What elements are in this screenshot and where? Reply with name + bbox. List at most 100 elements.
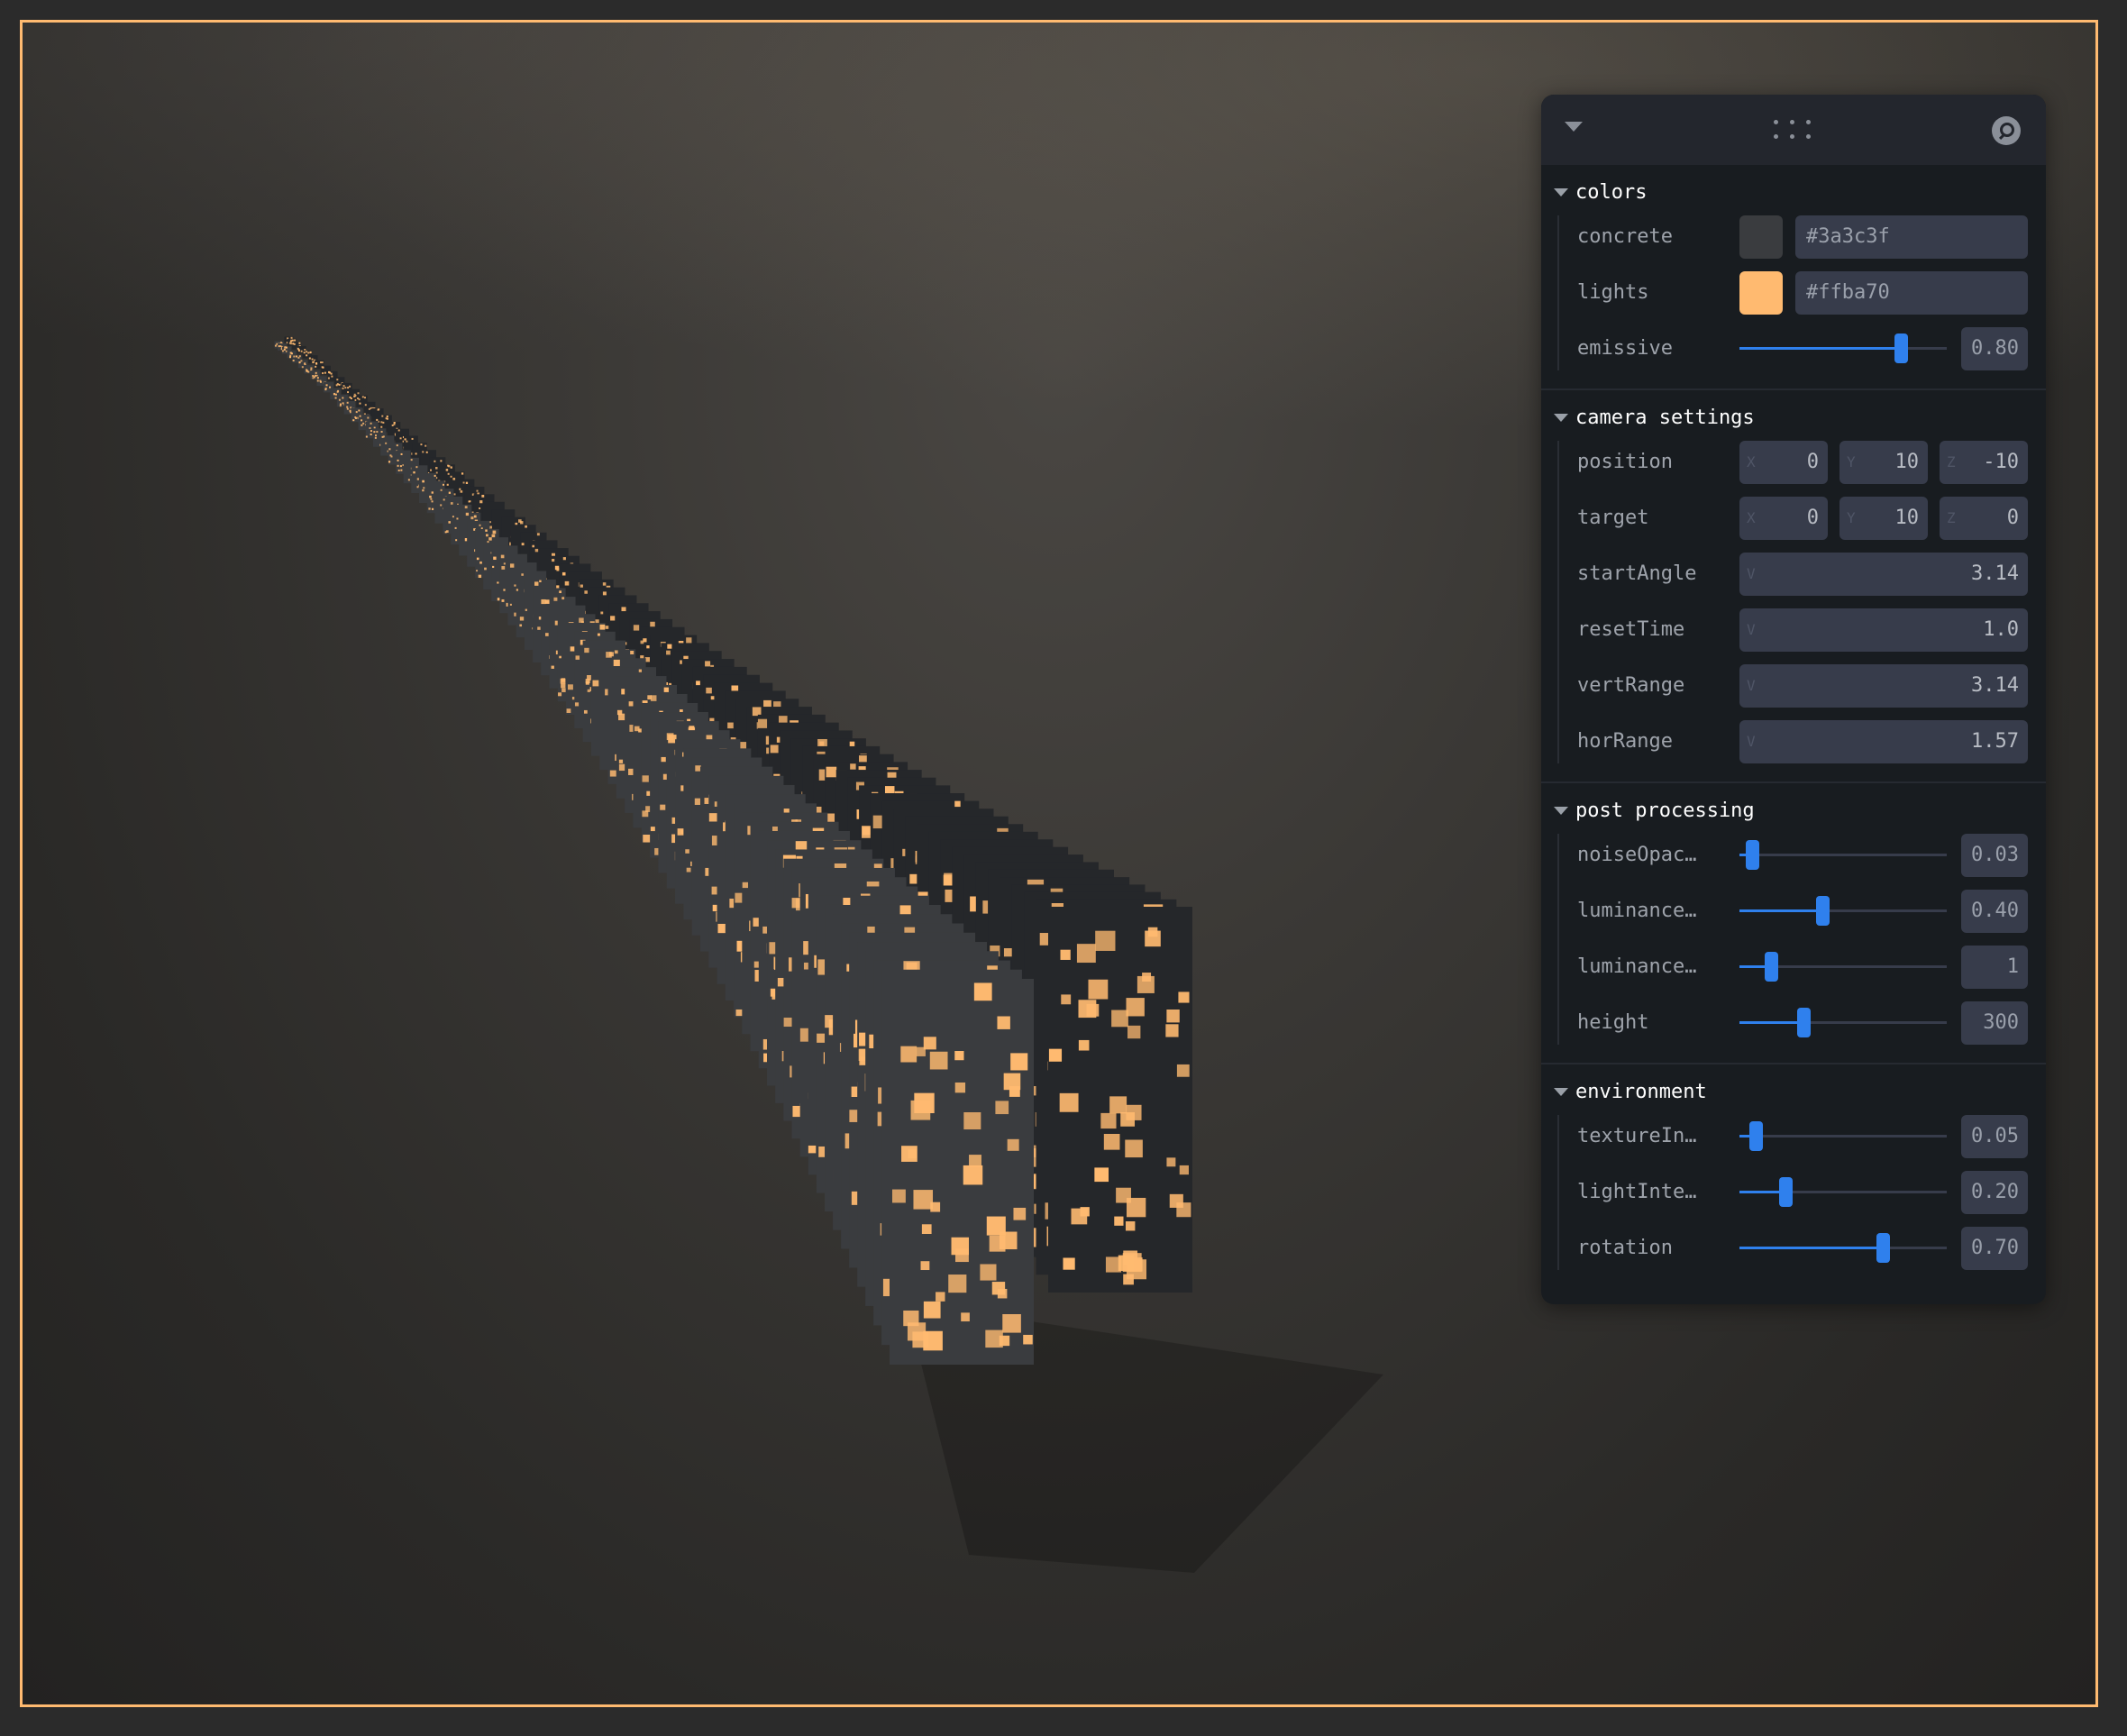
target-x-input[interactable]: X0 [1739,497,1828,540]
rotation-value[interactable]: 0.70 [1961,1227,2028,1270]
label-vertRange: vertRange [1577,674,1685,697]
folder-header-camera[interactable]: camera settings [1541,405,2046,432]
row-target: target X0 Y 10 Z0 [1559,497,2046,553]
horRange-input[interactable]: V 1.57 [1739,720,2028,763]
window-light [1176,1202,1191,1218]
folder-post-processing: post processing noiseOpac… 0.03 luminanc… [1541,798,2046,1064]
position-z-input[interactable]: Z -10 [1940,441,2028,484]
window-light [415,466,418,469]
label-height: height [1577,1011,1649,1034]
slider-thumb[interactable] [1894,333,1909,363]
slider-thumb[interactable] [1778,1177,1793,1207]
luminance-2-value[interactable]: 1 [1961,946,2028,989]
folder-environment: environment textureIn… 0.05 lightInte… 0… [1541,1079,2046,1288]
folder-header-post[interactable]: post processing [1541,798,2046,825]
window-light [352,419,355,422]
caret-down-icon[interactable] [1565,122,1583,132]
window-light [521,573,524,576]
target-z-input[interactable]: Z0 [1940,497,2028,540]
folder-header-colors[interactable]: colors [1541,179,2046,206]
axis-label: X [1747,453,1756,471]
lightIntensity-slider[interactable] [1739,1177,1947,1207]
startAngle-input[interactable]: V 3.14 [1739,553,2028,596]
window-light [488,537,492,541]
lights-color-swatch[interactable] [1739,271,1783,315]
slider-thumb[interactable] [1745,840,1759,870]
window-light [907,1322,927,1341]
tower [1048,907,1192,1293]
window-light [1109,1096,1127,1114]
position-x-input[interactable]: X0 [1739,441,1828,484]
luminance-1-value[interactable]: 0.40 [1961,890,2028,933]
axis-label: X [1747,509,1756,526]
concrete-color-input[interactable]: #3a3c3f [1795,215,2028,259]
window-light [399,437,402,440]
slider-thumb[interactable] [1816,896,1830,926]
search-icon[interactable] [1992,116,2021,145]
target-y-input[interactable]: Y 10 [1839,497,1928,540]
window-light [706,687,712,694]
slider-thumb[interactable] [1797,1008,1812,1037]
row-vertRange: vertRange V 3.14 [1559,664,2046,720]
window-light [361,419,363,422]
slider-thumb[interactable] [1749,1121,1764,1151]
window-light [361,396,364,398]
noiseOpacity-value[interactable]: 0.03 [1961,834,2028,877]
caret-down-icon [1554,807,1568,815]
window-light [1063,1257,1075,1270]
emissive-slider[interactable] [1739,333,1947,363]
position-y-input[interactable]: Y 10 [1839,441,1928,484]
luminance-2-slider[interactable] [1739,952,1947,982]
slider-thumb[interactable] [1764,952,1778,982]
window-light [459,488,461,490]
window-light [1178,991,1190,1003]
emissive-value[interactable]: 0.80 [1961,327,2028,370]
resetTime-input[interactable]: V 1.0 [1739,608,2028,652]
window-light [470,516,474,520]
drag-handle-icon[interactable] [1774,120,1813,142]
window-light [310,367,313,370]
row-noiseOpacity: noiseOpac… 0.03 [1559,834,2046,890]
textureIntensity-slider[interactable] [1739,1121,1947,1151]
height-slider[interactable] [1739,1008,1947,1037]
vertRange-input[interactable]: V 3.14 [1739,664,2028,708]
window-light [770,745,779,754]
window-light [373,431,376,434]
window-light [304,348,306,351]
window-light [416,478,420,480]
window-light [357,397,360,399]
slider-thumb[interactable] [1876,1233,1890,1263]
lights-color-input[interactable]: #ffba70 [1795,271,2028,315]
panel-titlebar[interactable] [1541,95,2046,165]
row-luminance-1: luminance… 0.40 [1559,890,2046,946]
noiseOpacity-slider[interactable] [1739,840,1947,870]
window-light [1100,1112,1117,1129]
window-light [330,372,333,375]
window-light [973,982,992,1001]
window-light [396,444,398,447]
rotation-slider[interactable] [1739,1233,1947,1263]
folder-colors: colors concrete #3a3c3f lights #ffba70 e… [1541,179,2046,390]
window-light [487,541,489,544]
window-light [339,403,342,406]
window-light [288,342,291,344]
window-light [708,813,718,822]
textureIntensity-value[interactable]: 0.05 [1961,1115,2028,1158]
window-light [963,1165,983,1185]
window-light [452,478,456,480]
luminance-1-slider[interactable] [1739,896,1947,926]
window-light [955,1248,969,1263]
lightIntensity-value[interactable]: 0.20 [1961,1171,2028,1214]
height-value[interactable]: 300 [1961,1001,2028,1045]
window-light [354,398,357,401]
concrete-color-swatch[interactable] [1739,215,1783,259]
window-light [575,655,580,660]
value: 0 [1806,507,1819,529]
window-light [826,766,837,778]
window-light [422,489,424,492]
window-light [696,681,700,686]
window-light [300,350,303,352]
value: 3.14 [1971,562,2019,585]
window-light [544,599,550,604]
folder-header-environment[interactable]: environment [1541,1079,2046,1106]
